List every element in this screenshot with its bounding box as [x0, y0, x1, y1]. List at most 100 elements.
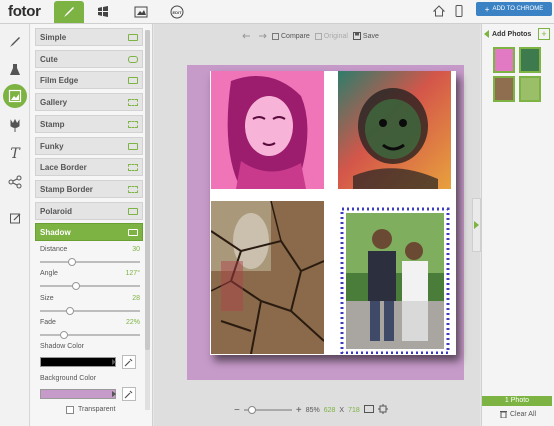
fit-view-icon: [363, 405, 374, 413]
collage-cell-3[interactable]: [211, 201, 324, 354]
angle-value: 127°: [125, 270, 140, 277]
eyedropper-icon: [124, 390, 133, 399]
zoom-in-button[interactable]: +: [296, 405, 302, 416]
background-color-swatch[interactable]: [40, 389, 116, 399]
tab-windows[interactable]: [88, 1, 118, 23]
style-item-stamp-border[interactable]: Stamp Border: [35, 180, 143, 198]
shadow-color-swatch[interactable]: [40, 357, 116, 367]
compare-icon: [272, 32, 279, 40]
style-item-gallery[interactable]: Gallery: [35, 93, 143, 111]
crosshair-icon: [377, 404, 388, 414]
panel-scrollbar[interactable]: [145, 30, 150, 410]
style-item-lace-border[interactable]: Lace Border: [35, 158, 143, 176]
edit-badge-label: EDIT: [172, 9, 182, 15]
distance-slider[interactable]: [40, 258, 140, 266]
frame-simple-icon: [128, 33, 138, 41]
home-button[interactable]: [432, 4, 446, 18]
distance-value: 30: [132, 246, 140, 253]
actual-size-button[interactable]: [377, 404, 388, 416]
tulip-icon: [10, 119, 20, 132]
style-item-cute[interactable]: Cute: [35, 50, 143, 68]
fade-value: 22%: [125, 319, 140, 326]
style-label: Simple: [40, 32, 67, 42]
zoom-out-button[interactable]: −: [234, 405, 240, 416]
tab-edit-badge[interactable]: EDIT: [162, 1, 192, 23]
thumbnail-baby[interactable]: [519, 76, 541, 102]
frame-gallery-icon: [128, 98, 138, 106]
style-item-simple[interactable]: Simple: [35, 28, 143, 46]
text-icon: T: [10, 146, 20, 162]
frame-polaroid-icon: [128, 207, 138, 215]
style-item-polaroid[interactable]: Polaroid: [35, 202, 143, 220]
redo-icon: [259, 33, 267, 39]
collapse-right-panel-handle[interactable]: [472, 198, 481, 252]
transparent-label: Transparent: [78, 406, 116, 413]
style-label: Funky: [40, 141, 64, 151]
add-photos-button[interactable]: Add Photos: [484, 28, 534, 40]
fit-view-button[interactable]: [363, 405, 374, 415]
rail-item-effects[interactable]: [3, 58, 27, 82]
size-label: Size: [40, 295, 54, 302]
image-frame-icon: [8, 89, 22, 103]
save-button[interactable]: Save: [352, 32, 379, 40]
compare-button[interactable]: Compare: [272, 32, 310, 40]
style-item-shadow[interactable]: Shadow: [35, 223, 143, 241]
canvas-toolbar: Compare Original Save: [242, 29, 409, 43]
style-label: Film Edge: [40, 75, 79, 85]
rail-item-frames[interactable]: [3, 84, 27, 108]
zoom-slider[interactable]: [243, 406, 292, 414]
save-icon: [352, 32, 361, 40]
background-color-dropdown-arrow[interactable]: [112, 391, 116, 397]
photo-count: 1 Photo: [482, 396, 552, 406]
thumbnail-girl[interactable]: [493, 47, 515, 73]
photos-panel: [481, 24, 554, 426]
tab-edit-brush[interactable]: [54, 1, 84, 23]
panel-scrollbar-thumb[interactable]: [145, 30, 150, 350]
mobile-button[interactable]: [452, 4, 466, 18]
original-button[interactable]: Original: [314, 32, 348, 40]
background-color-picker[interactable]: [122, 387, 136, 401]
rail-item-text[interactable]: T: [3, 142, 27, 166]
add-photo-plus-button[interactable]: +: [538, 28, 550, 40]
background-color-label: Background Color: [40, 375, 97, 382]
rail-item-notes[interactable]: [3, 206, 27, 230]
add-to-chrome-label: ADD TO CHROME: [492, 6, 544, 12]
girl-portrait-photo: [211, 71, 324, 189]
style-label: Gallery: [40, 97, 68, 107]
thumbnail-couple[interactable]: [519, 47, 541, 73]
angle-slider[interactable]: [40, 282, 140, 290]
style-label: Cute: [40, 54, 58, 64]
collage-cell-2[interactable]: [338, 71, 451, 189]
size-slider[interactable]: [40, 307, 140, 315]
collage-cell-1[interactable]: [211, 71, 324, 189]
distance-slider-knob[interactable]: [67, 258, 76, 266]
zoom-slider-knob[interactable]: [247, 406, 256, 414]
add-photos-label: Add Photos: [492, 30, 532, 38]
rail-item-stickers[interactable]: [3, 114, 27, 138]
fade-slider[interactable]: [40, 331, 140, 339]
shadow-color-dropdown-arrow[interactable]: [112, 359, 116, 365]
transparent-checkbox[interactable]: [66, 406, 74, 414]
canvas-dimension-separator: X: [339, 406, 345, 414]
tab-image[interactable]: [126, 1, 156, 23]
thumbnail-ground[interactable]: [493, 76, 515, 102]
clear-all-button[interactable]: Clear All: [500, 410, 536, 418]
style-item-funky[interactable]: Funky: [35, 137, 143, 155]
style-item-stamp[interactable]: Stamp: [35, 115, 143, 133]
size-slider-knob[interactable]: [65, 307, 74, 315]
rail-item-share[interactable]: [3, 170, 27, 194]
image-icon: [134, 6, 148, 18]
plus-icon: +: [484, 4, 490, 14]
undo-button[interactable]: [242, 32, 252, 40]
undo-icon: [242, 33, 250, 39]
frame-shadow-icon: [128, 228, 138, 236]
add-to-chrome-button[interactable]: + ADD TO CHROME: [476, 2, 552, 16]
style-item-film-edge[interactable]: Film Edge: [35, 71, 143, 89]
size-value: 28: [132, 295, 140, 302]
save-label: Save: [362, 32, 379, 40]
rail-item-brush[interactable]: [3, 30, 27, 54]
collage-cell-4[interactable]: [338, 201, 451, 354]
redo-button[interactable]: [257, 32, 267, 40]
original-label: Original: [323, 32, 348, 40]
shadow-color-picker[interactable]: [122, 355, 136, 369]
